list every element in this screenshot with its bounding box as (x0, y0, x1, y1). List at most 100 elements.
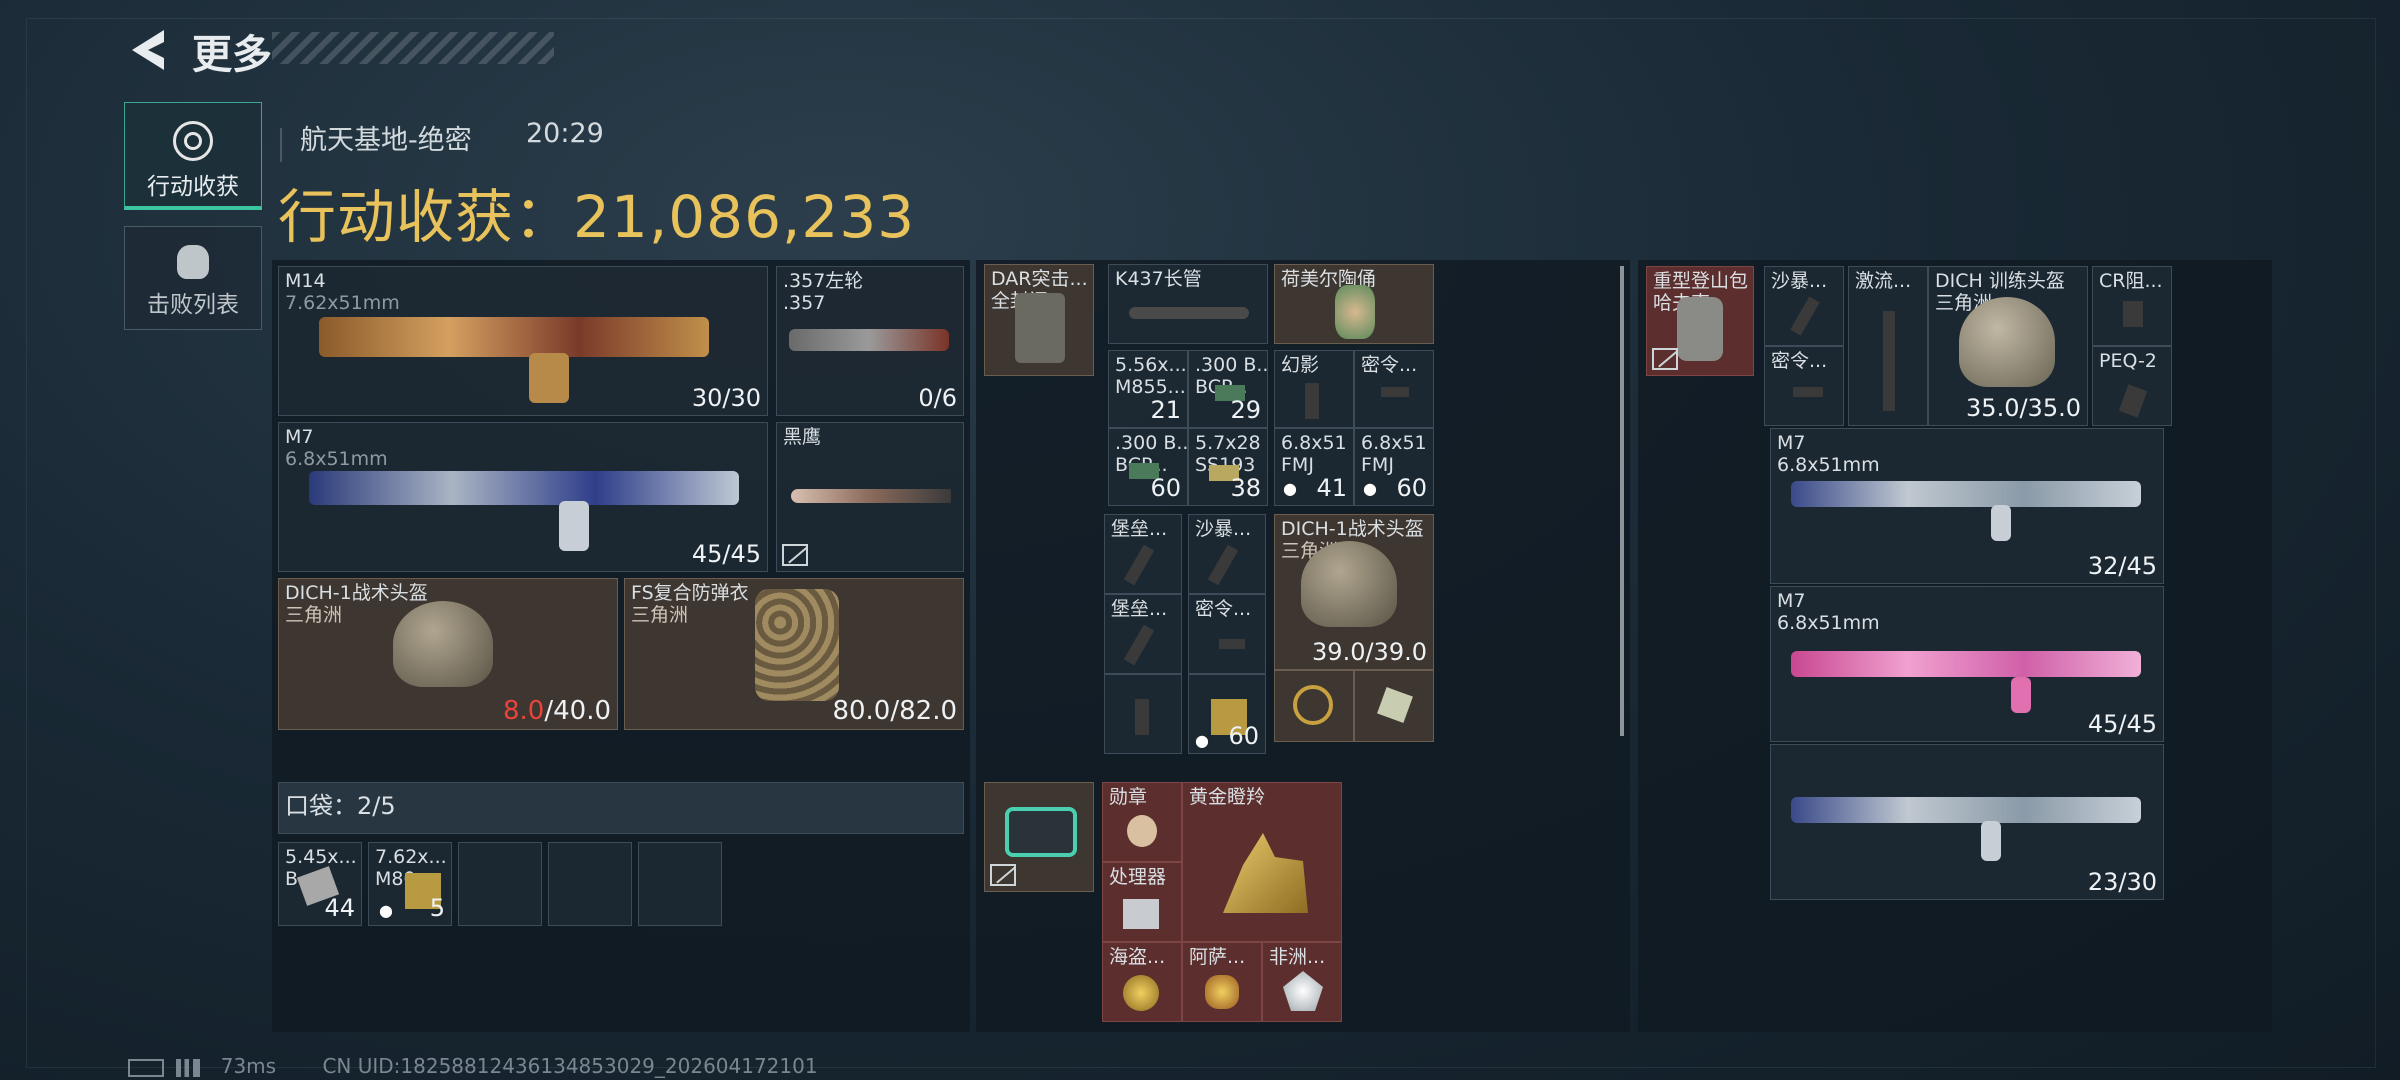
valuable-processor[interactable]: 处理器 (1102, 862, 1182, 942)
pocket-empty-slot[interactable] (458, 842, 542, 926)
pocket-empty-slot[interactable] (548, 842, 632, 926)
pocket-header: 口袋：2/5 (278, 782, 964, 834)
item-count: 60 (1228, 722, 1259, 750)
valuable-pirate[interactable]: 海盗... (1102, 942, 1182, 1022)
signal-icon (176, 1058, 201, 1077)
weapon-name: M7 (285, 426, 314, 448)
backpack-weapon[interactable]: M7 6.8x51mm 32/45 (1770, 428, 2164, 584)
ammo-slot[interactable]: 5.7x28SS193 38 (1188, 428, 1268, 506)
armor-vest-image (755, 589, 839, 701)
weapon-caliber: 6.8x51mm (1777, 454, 1880, 476)
pocket-label-text: 口袋： (285, 792, 357, 820)
valuable-medal[interactable]: 勋章 (1102, 782, 1182, 862)
helmet-image (1959, 297, 2055, 387)
valuable-doll[interactable]: 荷美尔陶俑 (1274, 264, 1434, 344)
processor-image (1123, 899, 1159, 929)
barrel-image (1129, 307, 1249, 319)
valuable-item[interactable] (1274, 670, 1354, 742)
item-name: CR阻... (2099, 270, 2163, 292)
back-arrow-icon[interactable] (124, 24, 172, 76)
attachment-slot[interactable]: CR阻... (2092, 266, 2172, 346)
item-name: 非洲... (1269, 946, 1326, 968)
attachment-slot[interactable]: PEQ-2 (2092, 346, 2172, 426)
diamond-image (1283, 971, 1323, 1011)
helmet-image (393, 601, 493, 687)
valuable-diamond[interactable]: 非洲... (1262, 942, 1342, 1022)
valuable-golden-gazelle[interactable]: 黄金瞪羚 (1182, 782, 1342, 942)
weapon-caliber: 6.8x51mm (1777, 612, 1880, 634)
safe-box-slot[interactable] (984, 782, 1094, 892)
attachment-slot[interactable]: 沙暴... (1188, 514, 1266, 594)
item-name: 勋章 (1109, 786, 1148, 808)
rifle-mag-image (1991, 505, 2011, 541)
item-name: DICH-1战术头盔 (1281, 518, 1424, 540)
weapon-name: M7 (1777, 432, 1806, 454)
armor-slot[interactable]: FS复合防弹衣 三角洲 80.0/82.0 (624, 578, 964, 730)
weapon-slot-revolver[interactable]: .357左轮 .357 0/6 (776, 266, 964, 416)
chest-scrollbar[interactable] (1620, 266, 1624, 736)
skull-icon (177, 245, 209, 279)
helmet-slot[interactable]: DICH-1战术头盔 三角洲 8.0/40.0 (278, 578, 618, 730)
backpack-weapon[interactable]: M7 6.8x51mm 45/45 (1770, 586, 2164, 742)
item-name: 激流... (1855, 270, 1912, 292)
attachment-slot[interactable]: 沙暴... (1764, 266, 1844, 346)
pocket-item-ammo[interactable]: 7.62x... M80 ● 5 (368, 842, 452, 926)
attachment-slot[interactable]: 密令... (1764, 346, 1844, 426)
pocket-empty-slot[interactable] (638, 842, 722, 926)
ammo-slot[interactable]: 6.8x51 FMJ ● 41 (1274, 428, 1354, 506)
item-count: 5 (429, 894, 445, 922)
uid-text: CN UID:1825881243613485302​9_20260417210… (322, 1054, 818, 1078)
item-name: 密令... (1771, 350, 1828, 372)
item-name: 海盗... (1109, 946, 1166, 968)
attachment-slot[interactable]: 堡垒... (1104, 594, 1182, 674)
helmet-item[interactable]: DICH 训练头盔 三角洲 35.0/35.0 (1928, 266, 2088, 426)
backpack-slot[interactable]: 重型登山包 哈夫克 (1646, 266, 1754, 376)
ammo-slot[interactable]: .300 B...BCP... 60 (1108, 428, 1188, 506)
chest-rig-slot[interactable]: DAR突击... 全封闭... (984, 264, 1094, 376)
valuable-item[interactable] (1354, 670, 1434, 742)
backpack-image (1677, 297, 1723, 361)
no-insure-icon (990, 864, 1016, 886)
item-sub: FMJ (1281, 454, 1314, 476)
safe-box-image (1005, 807, 1077, 857)
attachment-image (1219, 639, 1245, 649)
ammo-count: 32/45 (2087, 552, 2157, 580)
pocket-item-ammo[interactable]: 5.45x... B 44 (278, 842, 362, 926)
ammo-slot[interactable]: ● 60 (1188, 674, 1266, 754)
page-title: 更多 (192, 32, 272, 78)
item-name: 沙暴... (1195, 518, 1252, 540)
tab-loot-label: 行动收获 (147, 174, 239, 200)
attachment-image (2118, 384, 2148, 418)
helmet-durability: 39.0/39.0 (1312, 638, 1427, 666)
backpack-weapon[interactable]: 23/30 (1770, 744, 2164, 900)
ammo-slot[interactable]: .300 B...BCP... 29 (1188, 350, 1268, 428)
attachment-slot[interactable]: 激流... (1848, 266, 1928, 426)
weapon-caliber: .357 (783, 292, 826, 314)
tab-kills[interactable]: 击败列表 (124, 226, 262, 330)
chest-rig-image (1015, 293, 1065, 363)
weapon-slot-m14[interactable]: M14 7.62x51mm 30/30 (278, 266, 768, 416)
attachment-slot[interactable]: 幻影 (1274, 350, 1354, 428)
ammo-slot[interactable]: 5.56x... M855... 21 (1108, 350, 1188, 428)
attachment-k437[interactable]: K437长管 (1108, 264, 1268, 344)
yield-total: 行动收获：21,086,233 (278, 170, 915, 254)
weapon-caliber: 6.8x51mm (285, 448, 388, 470)
attachment-slot[interactable] (1104, 674, 1182, 754)
attachment-slot[interactable]: 堡垒... (1104, 514, 1182, 594)
armor-durability: 80.0/82.0 (832, 696, 957, 726)
attachment-slot[interactable]: 密令... (1188, 594, 1266, 674)
item-name: 堡垒... (1111, 518, 1168, 540)
attachment-image (1793, 387, 1823, 397)
pocket-count: 2/5 (357, 792, 396, 820)
item-name: 5.45x... (285, 846, 357, 868)
ammo-slot[interactable]: 6.8x51 FMJ ● 60 (1354, 428, 1434, 506)
attachment-slot[interactable]: 密令... (1354, 350, 1434, 428)
helmet-item[interactable]: DICH-1战术头盔 三角洲 39.0/39.0 (1274, 514, 1434, 670)
tab-loot[interactable]: 行动收获 (124, 102, 262, 210)
valuable-teapot[interactable]: 阿萨... (1182, 942, 1262, 1022)
m7-rifle-image (1791, 481, 2141, 507)
melee-slot[interactable]: 黑鹰 (776, 422, 964, 572)
weapon-slot-m7[interactable]: M7 6.8x51mm 45/45 (278, 422, 768, 572)
loadout-panel: M14 7.62x51mm 30/30 .357左轮 .357 0/6 M7 6… (272, 260, 970, 1032)
knife-image (791, 489, 951, 503)
